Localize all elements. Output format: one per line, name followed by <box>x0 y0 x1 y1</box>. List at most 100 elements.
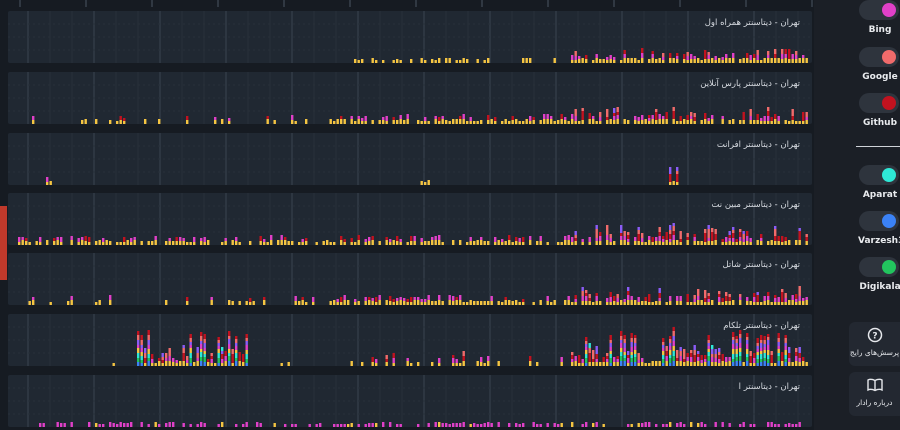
status-bar-segment <box>655 115 658 120</box>
status-bar-segment <box>795 302 798 305</box>
status-bar-segment <box>497 422 500 427</box>
status-bar-segment <box>217 343 220 346</box>
status-bar-segment <box>707 296 710 299</box>
status-bar-segment <box>434 422 437 427</box>
status-bar-segment <box>95 423 98 427</box>
toggle-bing[interactable] <box>859 0 899 20</box>
status-bar-segment <box>217 424 220 427</box>
status-bar-segment <box>595 233 598 238</box>
status-bar-segment <box>781 59 784 63</box>
status-bar-segment <box>679 242 682 245</box>
status-bar-segment <box>641 242 644 245</box>
status-bar-segment <box>665 424 668 427</box>
status-bar-segment <box>196 361 199 366</box>
status-bar-segment <box>693 117 696 121</box>
status-bar-segment <box>707 340 710 343</box>
status-bar-segment <box>427 423 430 427</box>
toggle-varzesh3[interactable] <box>859 211 899 231</box>
status-bar-segment <box>217 353 220 358</box>
status-bar-segment <box>718 294 721 297</box>
status-bar-segment <box>805 120 808 124</box>
status-bar-segment <box>592 119 595 124</box>
status-bar-segment <box>735 343 738 346</box>
status-bar-segment <box>658 241 661 245</box>
status-bar-segment <box>700 355 703 360</box>
status-bar-segment <box>753 353 756 358</box>
status-bar-segment <box>459 295 462 300</box>
status-bar-segment <box>116 121 119 124</box>
status-bar-segment <box>749 113 752 116</box>
status-bar-segment <box>697 361 700 366</box>
about-button[interactable]: درباره رادار <box>849 372 900 416</box>
status-bar-segment <box>595 58 598 63</box>
status-bar-segment <box>686 115 689 120</box>
status-bar-segment <box>557 424 560 427</box>
status-bar-segment <box>179 241 182 245</box>
status-bar-segment <box>756 50 759 55</box>
status-bar-segment <box>795 424 798 427</box>
status-bar-segment <box>109 120 112 124</box>
status-bar-segment <box>728 235 731 238</box>
status-bar-segment <box>637 238 640 241</box>
status-bar-segment <box>539 236 542 241</box>
status-bar-segment <box>375 423 378 427</box>
status-bar-segment <box>658 236 661 241</box>
status-bar-segment <box>494 242 497 245</box>
status-bar-segment <box>756 302 759 305</box>
status-bar-segment <box>739 297 742 300</box>
status-bar-segment <box>718 359 721 363</box>
status-bar-segment <box>690 59 693 63</box>
status-bar-segment <box>567 296 570 300</box>
status-bar-segment <box>455 423 458 427</box>
faq-button[interactable]: ? پرسش‌های رایج <box>849 322 900 366</box>
status-bar-segment <box>266 116 269 119</box>
status-bar-segment <box>469 300 472 305</box>
status-bar-segment <box>581 111 584 115</box>
status-bar-segment <box>756 55 759 60</box>
status-bar-segment <box>732 230 735 233</box>
status-bar-segment <box>774 226 777 229</box>
status-bar-segment <box>781 49 784 54</box>
status-bar-segment <box>140 352 143 356</box>
status-bar-segment <box>756 355 759 359</box>
toggle-digikala[interactable] <box>859 257 899 277</box>
status-bar-segment <box>315 242 318 245</box>
status-bar-segment <box>200 332 203 336</box>
status-bar-segment <box>798 58 801 63</box>
status-bar-segment <box>364 242 367 245</box>
status-bar-segment <box>378 241 381 245</box>
status-bar-segment <box>704 238 707 242</box>
status-bar-segment <box>235 358 238 361</box>
status-bar-segment <box>791 112 794 116</box>
status-bar-segment <box>427 121 430 124</box>
status-bar-segment <box>340 240 343 245</box>
toggle-google[interactable] <box>859 47 899 67</box>
status-bar-segment <box>581 296 584 301</box>
status-bar-segment <box>760 343 763 348</box>
status-bar-segment <box>798 228 801 231</box>
status-bar-segment <box>455 297 458 300</box>
status-bar-segment <box>749 363 752 366</box>
status-bar-segment <box>767 300 770 305</box>
status-bar-segment <box>112 363 115 366</box>
status-bar-segment <box>182 356 185 361</box>
status-bar-segment <box>448 295 451 300</box>
status-bar-segment <box>98 424 101 427</box>
status-bar-segment <box>585 358 588 363</box>
toggle-github[interactable] <box>859 93 899 113</box>
status-bar-segment <box>588 362 591 366</box>
status-bar-segment <box>168 238 171 241</box>
status-bar-segment <box>378 120 381 124</box>
status-bar-segment <box>147 241 150 245</box>
status-bar-segment <box>749 351 752 356</box>
status-bar-segment <box>168 348 171 352</box>
status-bar-segment <box>473 121 476 124</box>
status-bar-segment <box>760 121 763 124</box>
status-bar-segment <box>455 60 458 63</box>
datacenter-panel: تهران - دیتاسنتر مبین نت <box>8 193 812 245</box>
toggle-aparat[interactable] <box>859 165 899 185</box>
status-bar-segment <box>203 334 206 339</box>
status-bar-segment <box>788 358 791 362</box>
status-bar-segment <box>182 241 185 245</box>
status-bar-segment <box>424 182 427 185</box>
